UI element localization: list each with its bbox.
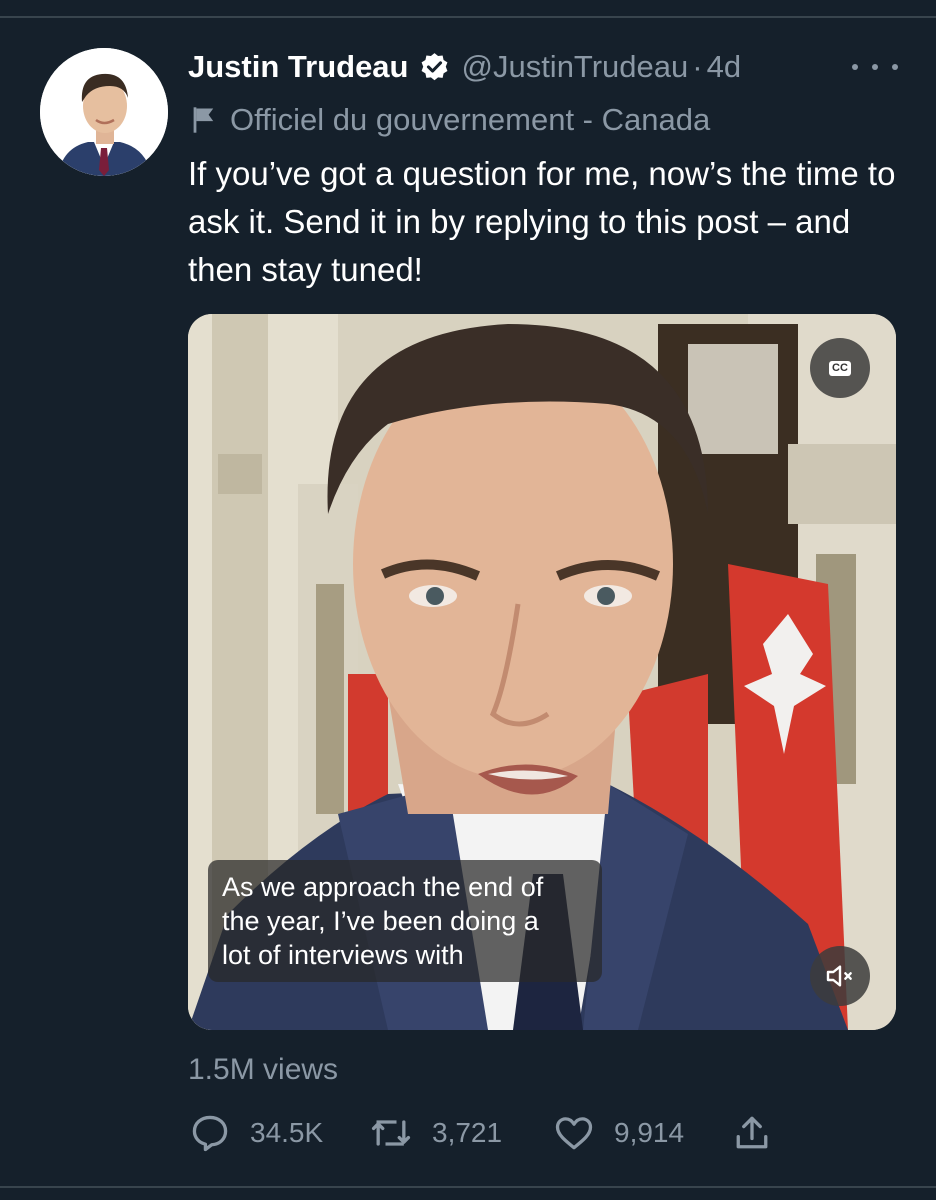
view-count: 1.5M views <box>188 1053 339 1086</box>
heart-icon <box>555 1117 593 1150</box>
like-button[interactable]: 9,914 <box>552 1108 684 1158</box>
header-separator: · <box>692 49 703 84</box>
caption-line: lot of interviews with <box>222 940 464 970</box>
muted-speaker-icon <box>826 965 852 987</box>
avatar[interactable] <box>40 48 168 176</box>
top-divider <box>0 16 936 18</box>
share-button[interactable] <box>730 1108 774 1158</box>
author-name[interactable]: Justin Trudeau <box>188 49 408 85</box>
retweet-count: 3,721 <box>432 1117 503 1148</box>
like-count: 9,914 <box>614 1117 685 1148</box>
closed-captions-icon: CC <box>829 360 851 376</box>
tweet-header: Justin Trudeau @JustinTrudeau · 4d <box>188 44 741 90</box>
reply-count: 34.5K <box>250 1117 324 1148</box>
more-dots-icon[interactable] <box>852 52 898 82</box>
author-handle[interactable]: @JustinTrudeau <box>461 49 688 85</box>
video-caption: As we approach the end of the year, I’ve… <box>208 860 602 982</box>
reply-bubble-icon <box>192 1115 228 1152</box>
flag-icon <box>193 107 214 133</box>
reply-button[interactable]: 34.5K <box>188 1108 323 1158</box>
video-player[interactable]: CC As we approach the end of the year, I… <box>188 314 896 1030</box>
tweet-actions: 34.5K 3,721 9,914 <box>188 1108 808 1158</box>
tweet-page: Justin Trudeau @JustinTrudeau · 4d Offic… <box>0 0 936 1200</box>
closed-captions-button[interactable]: CC <box>810 338 870 398</box>
bottom-divider <box>0 1186 936 1188</box>
verified-badge-icon <box>422 52 448 80</box>
share-icon <box>736 1116 768 1149</box>
retweet-icon <box>371 1120 411 1146</box>
government-label-text: Officiel du gouvernement - Canada <box>230 102 711 137</box>
retweet-button[interactable]: 3,721 <box>368 1108 502 1158</box>
caption-line: As we approach the end of <box>222 872 544 902</box>
caption-line: the year, I’ve been doing a <box>222 906 539 936</box>
government-label[interactable]: Officiel du gouvernement - Canada <box>190 100 710 140</box>
mute-button[interactable] <box>810 946 870 1006</box>
tweet-time[interactable]: 4d <box>707 49 741 85</box>
tweet-text: If you’ve got a question for me, now’s t… <box>188 155 896 288</box>
